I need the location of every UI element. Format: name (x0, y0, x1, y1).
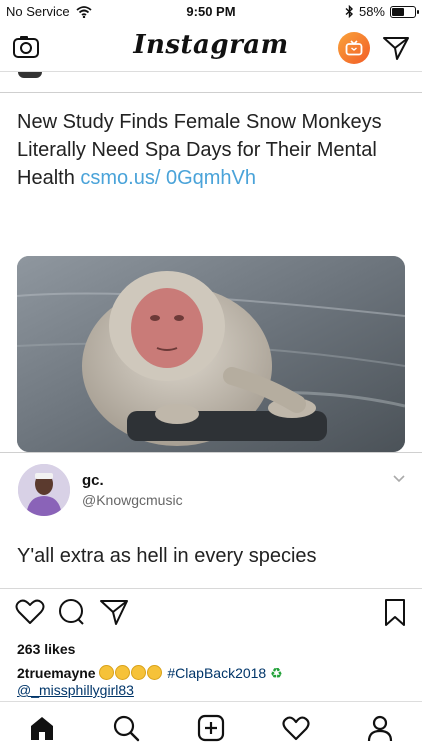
post-bottom-divider (0, 588, 422, 589)
activity-heart-icon[interactable] (282, 714, 310, 742)
profile-icon[interactable] (366, 714, 394, 742)
heart-icon[interactable] (15, 597, 45, 627)
igtv-icon[interactable] (338, 32, 370, 64)
reply-text: Y'all extra as hell in every species (17, 545, 317, 567)
battery-icon (390, 5, 419, 18)
previous-post-avatar (18, 72, 42, 78)
bottom-nav (0, 701, 422, 750)
add-post-icon[interactable] (197, 714, 225, 742)
author-name[interactable]: gc. (82, 472, 104, 489)
avatar[interactable] (18, 464, 70, 516)
home-icon[interactable] (28, 714, 56, 742)
status-right: 58% (345, 4, 419, 19)
bluetooth-icon (345, 5, 353, 18)
snow-monkey-photo (17, 256, 405, 452)
comment-icon[interactable] (56, 597, 86, 627)
recycle-emoji-icon: ♻ (270, 665, 283, 681)
tweet-divider (0, 92, 422, 93)
tweet-link[interactable]: csmo.us/ 0GqmhVh (80, 167, 256, 189)
likes-count[interactable]: 263 likes (17, 641, 75, 657)
caption-username[interactable]: 2truemayne (17, 665, 96, 681)
share-icon[interactable] (99, 597, 129, 627)
battery-fill (392, 7, 405, 16)
post-caption: 2truemayne #ClapBack2018 ♻ @_missphillyg… (17, 665, 412, 699)
author-handle[interactable]: @Knowgcmusic (82, 492, 183, 508)
app-header: Instagram (0, 22, 422, 72)
snow-monkey-image (17, 256, 405, 452)
caption-mention[interactable]: @_missphillygirl83 (17, 682, 134, 698)
chevron-down-icon[interactable] (392, 474, 406, 484)
laughing-emoji-icon (99, 665, 163, 681)
post-actions (0, 597, 422, 629)
battery-percent: 58% (358, 4, 385, 19)
direct-message-icon[interactable] (382, 35, 410, 61)
bookmark-icon[interactable] (380, 597, 410, 627)
reply-divider (0, 452, 422, 453)
caption-hashtag[interactable]: #ClapBack2018 (167, 665, 266, 681)
status-bar: No Service 9:50 PM 58% (0, 0, 422, 22)
tweet-text: New Study Finds Female Snow Monkeys Lite… (17, 108, 412, 192)
search-icon[interactable] (112, 714, 140, 742)
